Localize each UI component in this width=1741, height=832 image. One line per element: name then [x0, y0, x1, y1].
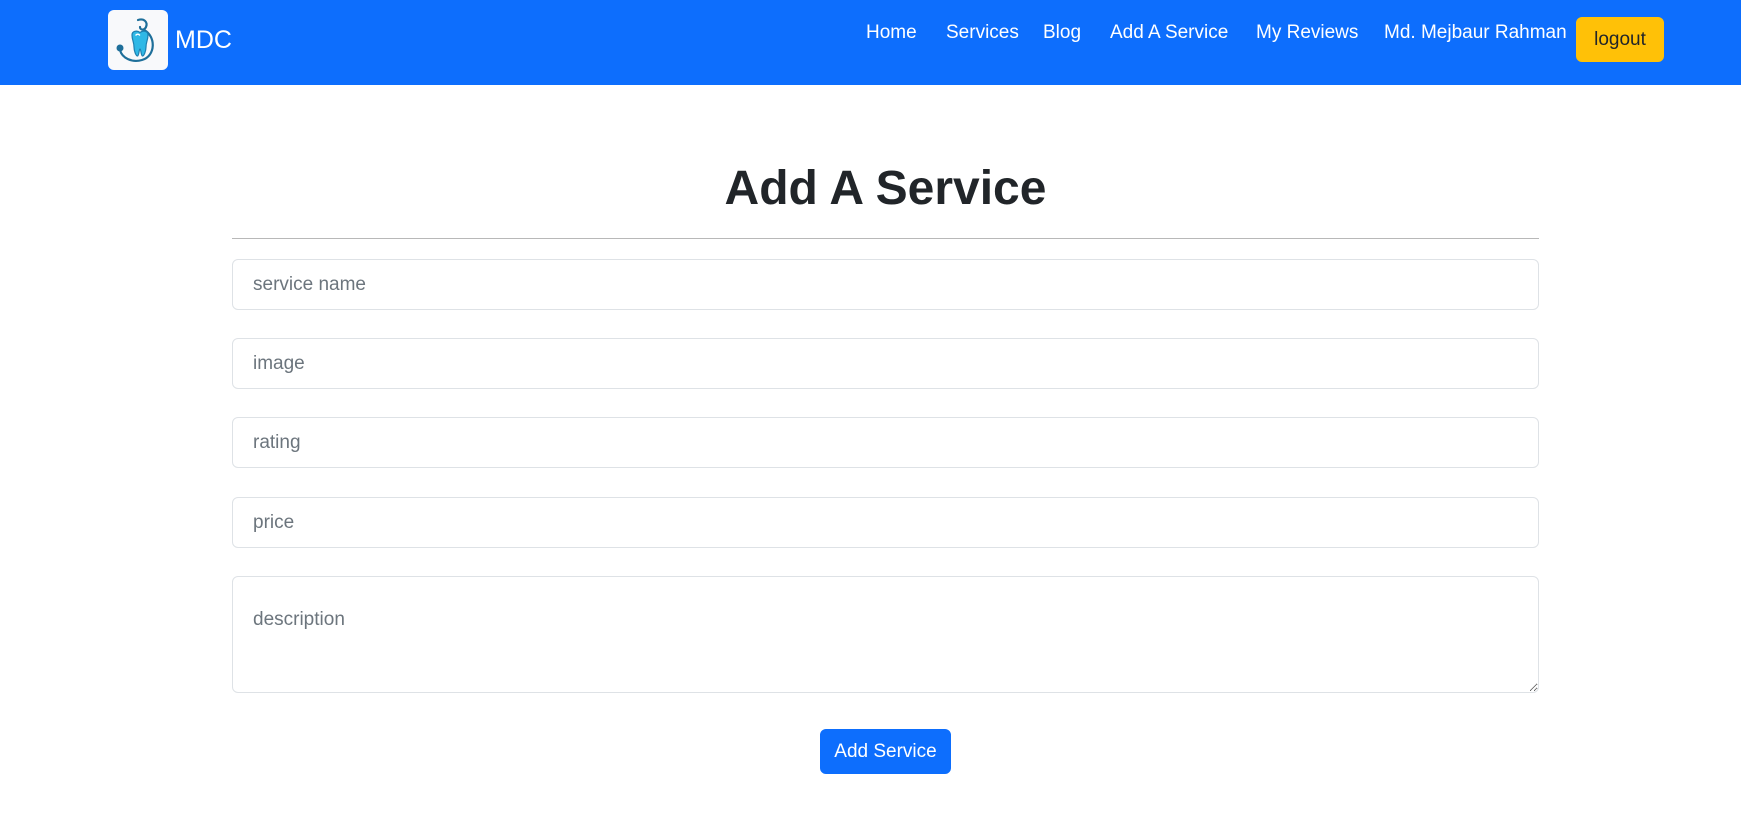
nav-link-blog[interactable]: Blog: [1043, 19, 1081, 47]
price-input[interactable]: [232, 497, 1539, 548]
service-name-input[interactable]: [232, 259, 1539, 310]
nav-link-add-a-service[interactable]: Add A Service: [1110, 19, 1228, 47]
image-input[interactable]: [232, 338, 1539, 389]
logout-button[interactable]: logout: [1576, 17, 1664, 62]
user-name: Md. Mejbaur Rahman: [1384, 22, 1567, 43]
nav-links: Home Services Blog Add A Service My Revi…: [0, 19, 1741, 47]
description-textarea[interactable]: [232, 576, 1539, 693]
nav-link-home[interactable]: Home: [866, 19, 917, 47]
navbar: MDC Home Services Blog Add A Service My …: [0, 0, 1741, 85]
add-service-button[interactable]: Add Service: [820, 729, 951, 774]
nav-link-services[interactable]: Services: [946, 19, 1019, 47]
title-divider: [232, 238, 1539, 239]
page-title: Add A Service: [724, 162, 1047, 215]
rating-input[interactable]: [232, 417, 1539, 468]
nav-link-my-reviews[interactable]: My Reviews: [1256, 19, 1358, 47]
